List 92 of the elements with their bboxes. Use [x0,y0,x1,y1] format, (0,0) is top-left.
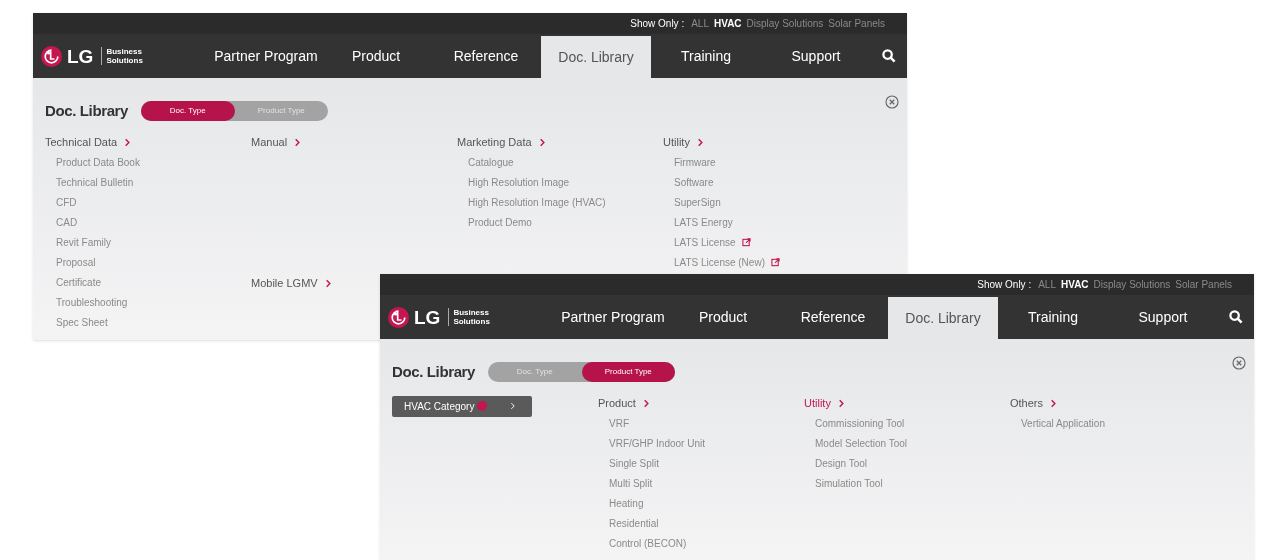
chevron-icon [1049,399,1058,408]
menu-link[interactable]: Simulation Tool [815,476,883,491]
chevron-icon [293,138,303,147]
menu-link[interactable]: Spec Sheet [56,315,108,330]
menu-link[interactable]: Single Split [609,456,660,471]
panel-title: Doc. Library [45,101,129,121]
nav-tab[interactable]: Support [1108,295,1218,339]
category-heading[interactable]: Marketing Data [457,132,547,153]
heading-text: Others [1010,396,1043,412]
nav-tab[interactable]: Product [321,34,431,78]
filter-link[interactable]: HVAC [714,16,742,31]
logo-icon [388,306,409,328]
category-heading[interactable]: Mobile LGMV [251,273,333,294]
menu-link[interactable]: Catalogue [468,155,514,170]
heading-text: Mobile LGMV [251,276,318,292]
nav-tab[interactable]: Training [998,295,1108,339]
logo-tagline: Business Solutions [448,308,490,326]
nav-tab[interactable]: Training [651,34,761,78]
category-button[interactable]: HVAC Category [392,395,532,417]
menu-link[interactable]: High Resolution Image [468,175,570,190]
menu-link[interactable]: Vertical Application [1021,416,1105,431]
nav-tab[interactable]: Doc. Library [541,36,651,78]
logo-tagline: Business Solutions [101,47,143,65]
menu-link[interactable]: Product Data Book [56,155,140,170]
category-heading[interactable]: Utility [663,132,705,153]
toggle-option[interactable]: Product Type [581,362,676,383]
nav-tab[interactable]: Product [668,295,778,339]
category-heading[interactable]: Manual [251,132,303,153]
menu-link[interactable]: Residential [609,516,659,531]
menu-link[interactable]: LATS License (New) [674,255,765,270]
menu-link[interactable]: Commissioning Tool [815,416,905,431]
show-only-label: Show Only : [630,17,685,31]
menu-link[interactable]: Multi Split [609,476,653,491]
chevron-icon [509,402,518,410]
filter-link[interactable]: Solar Panels [828,16,885,31]
nav-tab[interactable]: Reference [431,34,541,78]
nav-tab[interactable]: Doc. Library [888,297,998,339]
heading-text: Manual [251,135,288,151]
heading-text: Marketing Data [457,135,532,151]
logo-text: LG [67,46,94,66]
close-button[interactable] [885,95,899,109]
filter-link[interactable]: HVAC [1061,277,1089,292]
menu-link[interactable]: High Resolution Image (HVAC) [468,195,606,210]
heading-text: Utility [663,135,690,151]
menu-link[interactable]: Revit Family [56,235,111,250]
menu-link[interactable]: VRF/GHP Indoor Unit [609,436,705,451]
nav-tab[interactable]: Partner Program [558,295,668,339]
menu-link[interactable]: Proposal [56,255,96,270]
close-icon [1232,356,1246,370]
category-heading[interactable]: Others [1010,393,1058,414]
menu-link[interactable]: LATS Energy [674,215,733,230]
filter-link[interactable]: Solar Panels [1175,277,1232,292]
category-label: HVAC Category [404,399,475,414]
close-button[interactable] [1232,356,1246,370]
menu-link[interactable]: Product Demo [468,215,532,230]
search-icon [1229,310,1243,324]
heading-text: Technical Data [45,135,118,151]
filter-link[interactable]: ALL [691,16,709,31]
nav-tab[interactable]: Reference [778,295,888,339]
filter-link[interactable]: Display Solutions [746,16,824,31]
nav-tab[interactable]: Partner Program [211,34,321,78]
menu-link[interactable]: Heating [609,496,644,511]
menu-link[interactable]: Model Selection Tool [815,436,908,451]
menu-link[interactable]: VRF [609,416,629,431]
menu-link[interactable]: Firmware [674,155,716,170]
panel-title: Doc. Library [392,362,476,382]
nav-tab[interactable]: Support [761,34,871,78]
category-heading[interactable]: Product [598,393,651,414]
menu-link[interactable]: Control (BECON) [609,536,687,551]
filter-link[interactable]: ALL [1038,277,1056,292]
category-heading[interactable]: Utility [804,393,846,414]
logo-text: LG [414,307,441,327]
show-only-label: Show Only : [977,278,1032,292]
toggle-option[interactable]: Doc. Type [141,101,235,122]
heading-text: Utility [804,396,831,412]
menu-link[interactable]: Design Tool [815,456,868,471]
menu-link[interactable]: LATS License [674,235,736,250]
menu-link[interactable]: CAD [56,215,78,230]
menu-link[interactable]: Technical Bulletin [56,175,134,190]
menu-link[interactable]: CFD [56,195,77,210]
filter-link[interactable]: Display Solutions [1093,277,1171,292]
menu-link[interactable]: Certificate [56,275,101,290]
search-icon [882,49,896,63]
logo-icon [41,45,62,67]
category-heading[interactable]: Technical Data [45,132,133,153]
menu-link[interactable]: Software [674,175,714,190]
close-icon [885,95,899,109]
chevron-icon [123,138,133,147]
menu-link[interactable]: SuperSign [674,195,721,210]
menu-link[interactable]: Troubleshooting [56,295,128,310]
badge-dot-icon [477,401,488,411]
heading-text: Product [598,396,636,412]
